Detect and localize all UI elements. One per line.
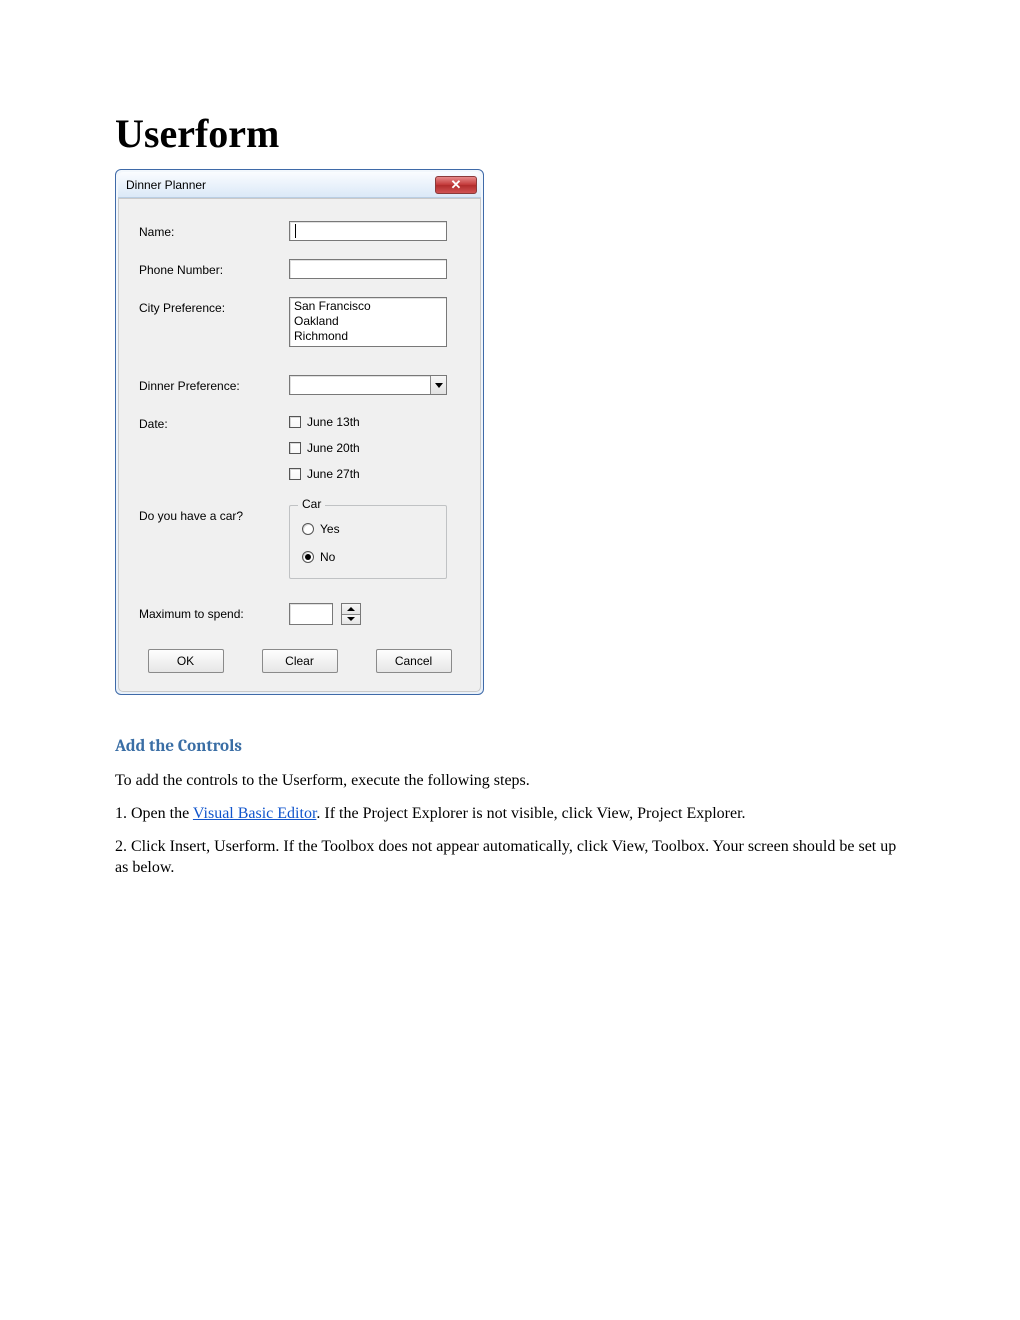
date-checkbox-1[interactable]: June 13th (289, 415, 360, 429)
combo-dropdown-button[interactable] (430, 376, 446, 394)
checkbox-icon (289, 416, 301, 428)
close-icon: ✕ (451, 178, 462, 191)
chevron-down-icon (347, 617, 355, 621)
date-label: Date: (139, 413, 289, 431)
radio-selected-dot (305, 554, 311, 560)
date-checkbox-3[interactable]: June 27th (289, 467, 360, 481)
ok-button[interactable]: OK (148, 649, 224, 673)
max-spend-input[interactable] (289, 603, 333, 625)
date-checkbox-2[interactable]: June 20th (289, 441, 360, 455)
cancel-button[interactable]: Cancel (376, 649, 452, 673)
radio-icon (302, 523, 314, 535)
clear-button[interactable]: Clear (262, 649, 338, 673)
city-listbox[interactable]: San Francisco Oakland Richmond (289, 297, 447, 347)
dinner-pref-value (290, 376, 430, 394)
name-input[interactable] (289, 221, 447, 241)
phone-label: Phone Number: (139, 259, 289, 277)
car-no-radio[interactable]: No (302, 550, 434, 564)
step-1-paragraph: 1. Open the Visual Basic Editor. If the … (115, 803, 905, 824)
chevron-up-icon (347, 607, 355, 611)
section-heading-add-controls: Add the Controls (115, 737, 905, 756)
step-1-text-b: . If the Project Explorer is not visible… (316, 805, 745, 822)
list-item[interactable]: San Francisco (294, 299, 442, 314)
page-title: Userform (115, 110, 905, 157)
checkbox-icon (289, 442, 301, 454)
step-2-paragraph: 2. Click Insert, Userform. If the Toolbo… (115, 836, 905, 878)
chevron-down-icon (435, 383, 443, 388)
spinner-up-button[interactable] (342, 604, 360, 614)
phone-input[interactable] (289, 259, 447, 279)
radio-label: No (320, 550, 335, 564)
radio-icon (302, 551, 314, 563)
list-item[interactable]: Richmond (294, 329, 442, 344)
step-1-text-a: 1. Open the (115, 805, 193, 822)
city-label: City Preference: (139, 297, 289, 315)
visual-basic-editor-link[interactable]: Visual Basic Editor (193, 805, 316, 822)
list-item[interactable]: Oakland (294, 314, 442, 329)
text-caret (295, 224, 296, 238)
dinner-pref-label: Dinner Preference: (139, 375, 289, 393)
max-spend-label: Maximum to spend: (139, 603, 289, 621)
checkbox-label: June 20th (307, 441, 360, 455)
dialog-body: Name: Phone Number: City Preference: San… (118, 198, 481, 692)
spinner-down-button[interactable] (342, 614, 360, 625)
car-groupbox: Car Yes No (289, 505, 447, 579)
checkbox-label: June 13th (307, 415, 360, 429)
dinner-pref-combo[interactable] (289, 375, 447, 395)
car-question-label: Do you have a car? (139, 505, 289, 523)
radio-label: Yes (320, 522, 340, 536)
car-yes-radio[interactable]: Yes (302, 522, 434, 536)
dialog-title: Dinner Planner (126, 178, 206, 192)
name-label: Name: (139, 221, 289, 239)
intro-paragraph: To add the controls to the Userform, exe… (115, 770, 905, 791)
max-spend-spinner (341, 603, 361, 625)
dinner-planner-dialog: Dinner Planner ✕ Name: Phone Number: Cit… (115, 169, 484, 695)
checkbox-label: June 27th (307, 467, 360, 481)
close-button[interactable]: ✕ (435, 176, 477, 194)
dialog-titlebar[interactable]: Dinner Planner ✕ (118, 172, 481, 198)
car-group-legend: Car (298, 497, 325, 511)
checkbox-icon (289, 468, 301, 480)
